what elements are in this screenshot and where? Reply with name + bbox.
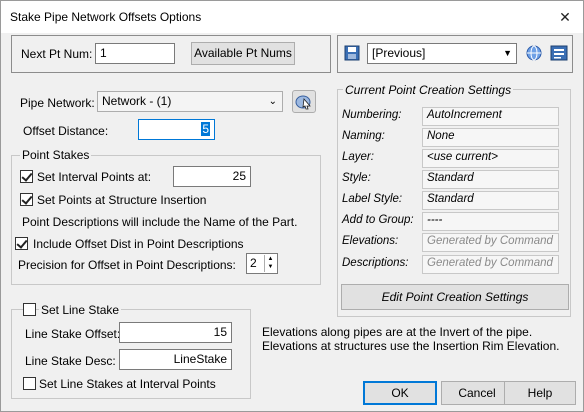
setting-label: Layer: (342, 151, 374, 163)
point-stakes-title: Point Stakes (20, 148, 92, 162)
available-pt-nums-button[interactable]: Available Pt Nums (191, 42, 295, 65)
structure-insertion-checkbox[interactable] (20, 193, 33, 206)
setting-value: <use current> (422, 149, 559, 168)
precision-value: 2 (250, 256, 257, 270)
setting-label: Label Style: (342, 193, 403, 205)
spin-arrows-icon[interactable]: ▲ ▼ (264, 255, 276, 272)
cancel-button[interactable]: Cancel (441, 381, 513, 405)
pipe-network-label: Pipe Network: (20, 96, 95, 110)
edit-point-creation-settings-button[interactable]: Edit Point Creation Settings (341, 284, 569, 310)
title-bar: Stake Pipe Network Offsets Options ✕ (1, 1, 583, 33)
pick-network-button[interactable] (292, 90, 316, 113)
setting-label: Naming: (342, 130, 385, 142)
next-pt-input[interactable]: 1 (95, 43, 175, 64)
style-dropdown[interactable]: [Previous] ▼ (367, 43, 517, 64)
setting-value: ---- (422, 212, 559, 231)
elevation-note-line2: Elevations at structures use the Inserti… (262, 339, 560, 353)
include-offset-checkbox[interactable] (15, 237, 28, 250)
dialog: Stake Pipe Network Offsets Options ✕ Nex… (0, 0, 584, 412)
setting-label: Add to Group: (342, 214, 414, 226)
elevation-note-line1: Elevations along pipes are at the Invert… (262, 325, 533, 339)
chevron-down-icon: ▼ (503, 48, 512, 58)
setting-label: Descriptions: (342, 257, 409, 269)
setting-value: None (422, 128, 559, 147)
line-stake-interval-label: Set Line Stakes at Interval Points (39, 377, 216, 391)
interval-points-input[interactable]: 25 (173, 166, 251, 187)
setting-label: Style: (342, 172, 371, 184)
globe-icon[interactable] (525, 44, 543, 62)
window-title: Stake Pipe Network Offsets Options (10, 10, 202, 24)
line-stake-interval-checkbox[interactable] (23, 377, 36, 390)
save-icon[interactable] (344, 45, 360, 61)
help-button[interactable]: Help (504, 381, 576, 405)
precision-label: Precision for Offset in Point Descriptio… (18, 258, 236, 272)
structure-insertion-label: Set Points at Structure Insertion (37, 193, 207, 207)
line-stake-checkbox[interactable] (23, 303, 36, 316)
precision-spinner[interactable]: 2 ▲ ▼ (246, 253, 278, 274)
setting-value: Generated by Command (422, 233, 559, 252)
offset-distance-input[interactable]: 5 (138, 119, 215, 140)
settings-title: Current Point Creation Settings (343, 83, 514, 97)
interval-points-label: Set Interval Points at: (37, 170, 152, 184)
next-pt-label: Next Pt Num: (21, 47, 93, 61)
line-stake-offset-input[interactable]: 15 (119, 322, 232, 343)
line-stake-desc-label: Line Stake Desc: (25, 354, 116, 368)
setting-value: AutoIncrement (422, 107, 559, 126)
pipe-network-value: Network - (1) (102, 94, 172, 108)
setting-label: Elevations: (342, 235, 399, 247)
include-offset-label: Include Offset Dist in Point Description… (33, 237, 244, 251)
line-stake-offset-label: Line Stake Offset: (25, 327, 121, 341)
line-stake-desc-input[interactable]: LineStake (119, 349, 232, 370)
pipe-network-dropdown[interactable]: Network - (1) ⌄ (97, 91, 283, 112)
offset-distance-label: Offset Distance: (23, 124, 109, 138)
close-icon[interactable]: ✕ (547, 1, 583, 33)
line-stake-title: Set Line Stake (39, 303, 122, 317)
pick-icon (295, 95, 311, 110)
setting-value: Generated by Command (422, 255, 559, 274)
style-dropdown-value: [Previous] (372, 46, 426, 60)
setting-value: Standard (422, 191, 559, 210)
interval-points-checkbox[interactable] (20, 170, 33, 183)
ok-button[interactable]: OK (363, 381, 437, 405)
edit-style-icon[interactable] (550, 44, 568, 62)
description-note: Point Descriptions will include the Name… (22, 215, 298, 229)
setting-label: Numbering: (342, 109, 402, 121)
chevron-down-icon: ⌄ (268, 96, 277, 107)
offset-distance-value: 5 (201, 122, 210, 136)
setting-value: Standard (422, 170, 559, 189)
